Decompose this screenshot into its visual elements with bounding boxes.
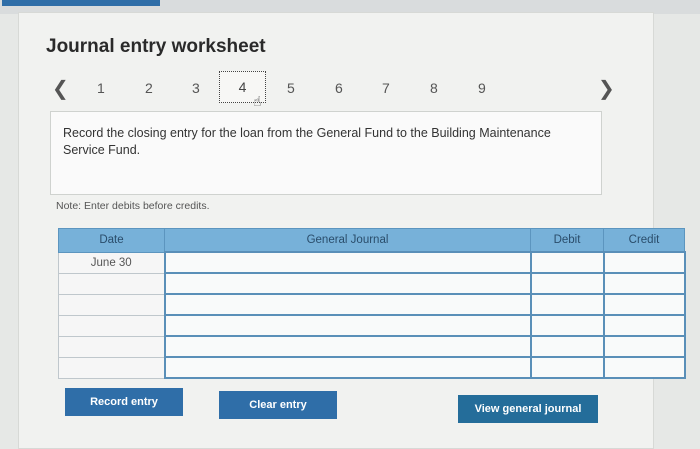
debit-input[interactable] [529, 314, 605, 337]
page-9[interactable]: 9 [478, 80, 486, 96]
header-debit: Debit [530, 228, 604, 253]
header-general-journal: General Journal [164, 228, 531, 253]
debit-input[interactable] [529, 335, 605, 358]
journal-table: Date General Journal Debit Credit June 3… [58, 228, 686, 379]
page-1[interactable]: 1 [97, 80, 105, 96]
account-input[interactable] [163, 356, 532, 379]
credit-input[interactable] [602, 356, 686, 379]
prev-chevron-icon[interactable]: ❮ [52, 76, 69, 101]
hand-cursor-icon: ☝ [253, 93, 262, 109]
clear-entry-button[interactable]: Clear entry [219, 391, 337, 419]
date-cell [58, 314, 165, 337]
table-row [58, 314, 686, 337]
page-6[interactable]: 6 [335, 80, 343, 96]
table-row [58, 272, 686, 295]
debit-input[interactable] [529, 272, 605, 295]
account-input[interactable] [163, 251, 532, 274]
debit-input[interactable] [529, 356, 605, 379]
debit-input[interactable] [529, 251, 605, 274]
table-row [58, 356, 686, 379]
pager: ❮ 1 2 3 4 5 6 7 8 9 ❯ [0, 70, 700, 106]
account-input[interactable] [163, 314, 532, 337]
credit-input[interactable] [602, 335, 686, 358]
date-cell [58, 356, 165, 379]
view-general-journal-button[interactable]: View general journal [458, 395, 598, 423]
credit-input[interactable] [602, 314, 686, 337]
instruction-box: Record the closing entry for the loan fr… [50, 111, 602, 195]
page-8[interactable]: 8 [430, 80, 438, 96]
note-text: Note: Enter debits before credits. [56, 200, 210, 212]
date-cell [58, 272, 165, 295]
next-chevron-icon[interactable]: ❯ [598, 76, 615, 101]
credit-input[interactable] [602, 272, 686, 295]
date-cell [58, 293, 165, 316]
account-input[interactable] [163, 335, 532, 358]
credit-input[interactable] [602, 293, 686, 316]
header-credit: Credit [603, 228, 685, 253]
account-input[interactable] [163, 272, 532, 295]
debit-input[interactable] [529, 293, 605, 316]
header-date: Date [58, 228, 165, 253]
top-bar-accent [2, 0, 160, 6]
table-row [58, 293, 686, 316]
table-row: June 30 [58, 251, 686, 274]
page-5[interactable]: 5 [287, 80, 295, 96]
record-entry-button[interactable]: Record entry [65, 388, 183, 416]
page-2[interactable]: 2 [145, 80, 153, 96]
page-title: Journal entry worksheet [46, 36, 266, 57]
page-7[interactable]: 7 [382, 80, 390, 96]
page-3[interactable]: 3 [192, 80, 200, 96]
table-row [58, 335, 686, 358]
date-cell [58, 335, 165, 358]
account-input[interactable] [163, 293, 532, 316]
date-cell: June 30 [58, 251, 165, 274]
table-header-row: Date General Journal Debit Credit [58, 228, 685, 253]
credit-input[interactable] [602, 251, 686, 274]
